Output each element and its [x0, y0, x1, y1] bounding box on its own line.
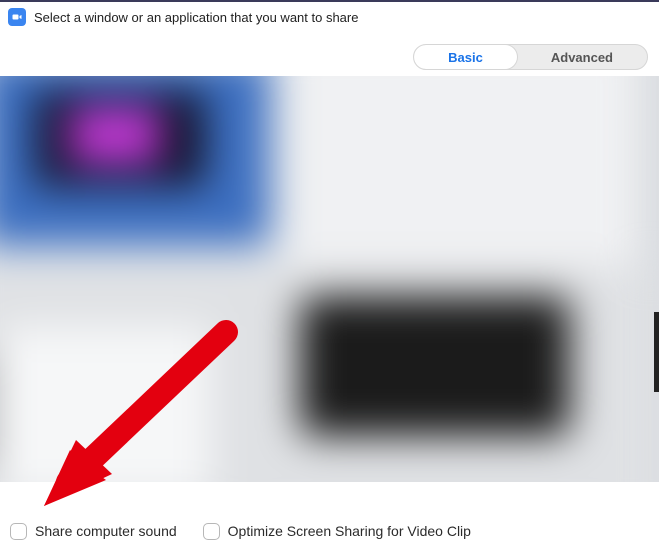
blurred-preview [0, 76, 659, 482]
bottom-options-bar: Share computer sound Optimize Screen Sha… [0, 507, 659, 555]
side-marker [654, 312, 659, 392]
tab-advanced[interactable]: Advanced [517, 45, 647, 69]
zoom-icon [8, 8, 26, 26]
tab-basic[interactable]: Basic [414, 45, 517, 69]
share-mode-tabs: Basic Advanced [413, 44, 648, 70]
share-source-grid[interactable] [0, 76, 659, 482]
share-computer-sound-checkbox[interactable]: Share computer sound [10, 523, 177, 540]
checkbox-label: Share computer sound [35, 523, 177, 539]
optimize-video-clip-checkbox[interactable]: Optimize Screen Sharing for Video Clip [203, 523, 471, 540]
checkbox-box [203, 523, 220, 540]
checkbox-label: Optimize Screen Sharing for Video Clip [228, 523, 471, 539]
window-title: Select a window or an application that y… [34, 10, 358, 25]
titlebar: Select a window or an application that y… [0, 0, 659, 32]
checkbox-box [10, 523, 27, 540]
